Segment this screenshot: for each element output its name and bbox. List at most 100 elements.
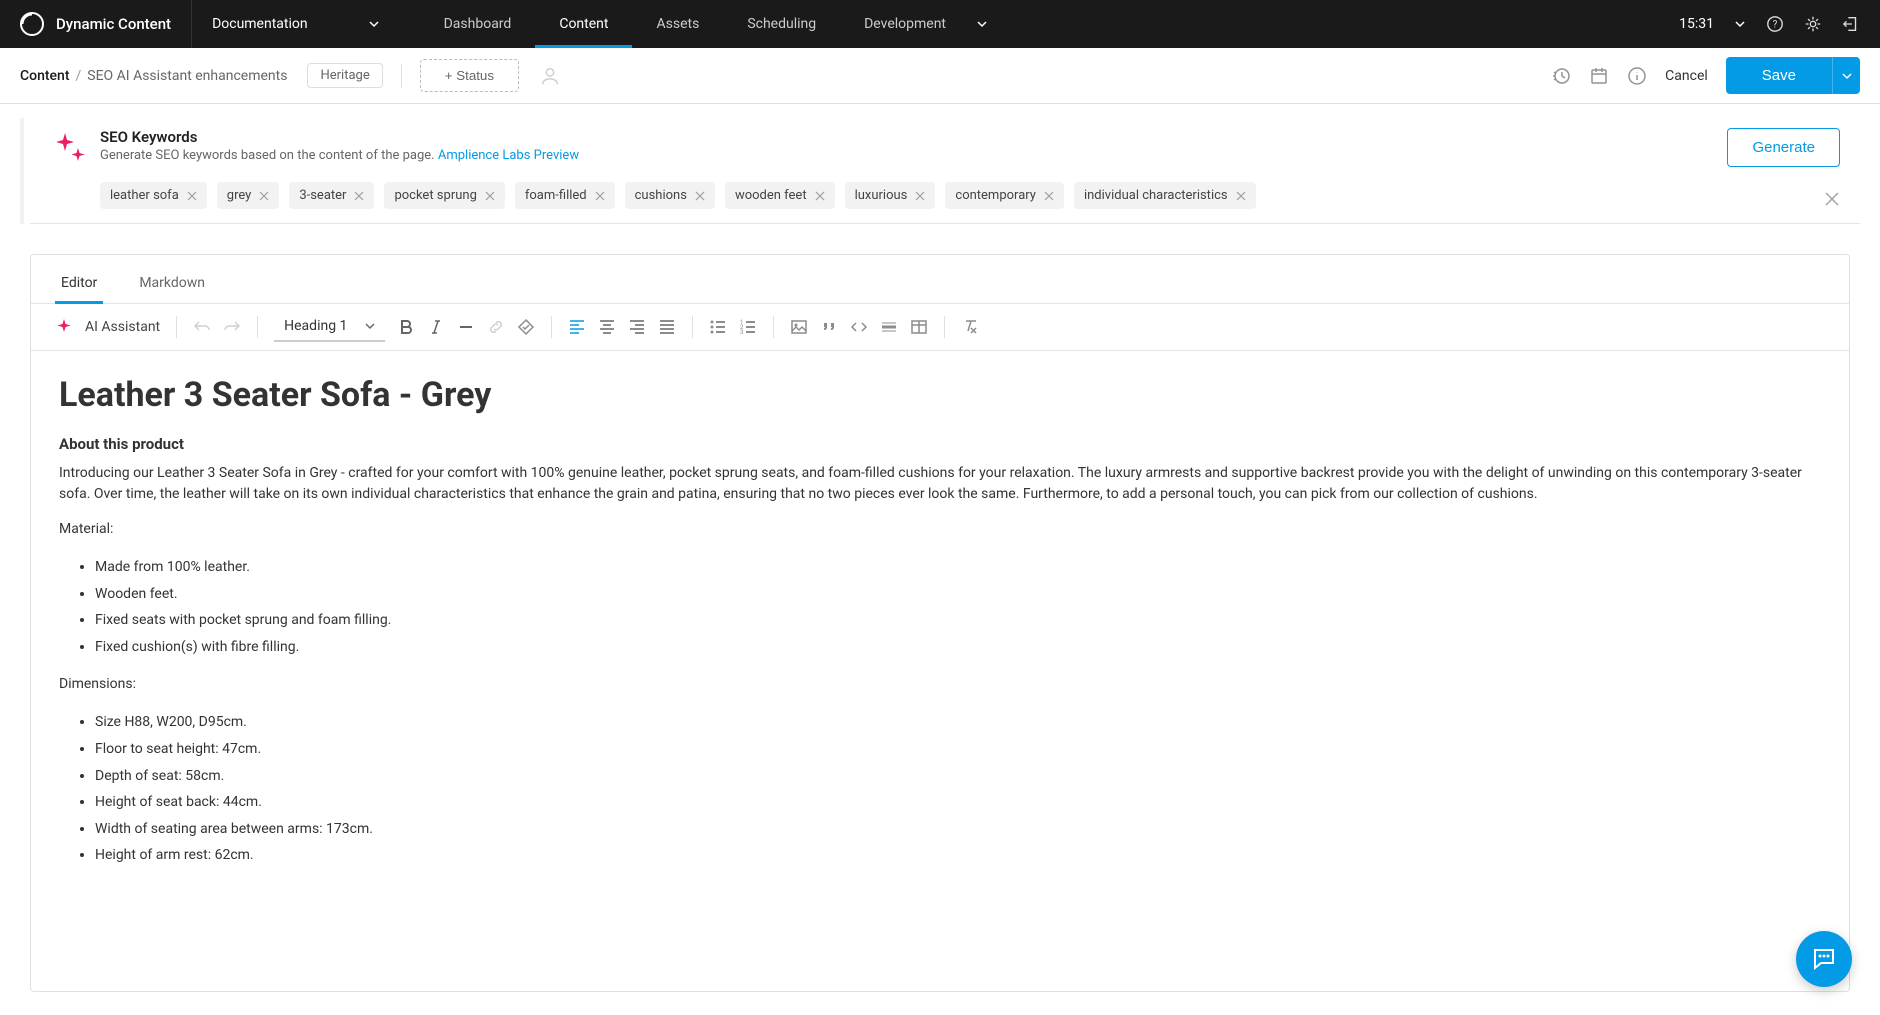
about-heading: About this product xyxy=(59,435,1821,453)
cancel-link[interactable]: Cancel xyxy=(1665,68,1708,84)
toolbar-separator xyxy=(176,316,177,338)
tab-editor[interactable]: Editor xyxy=(55,265,103,304)
align-left-icon[interactable] xyxy=(568,318,586,336)
toolbar-separator xyxy=(944,316,945,338)
keywords-row: leather sofagrey3-seaterpocket sprungfoa… xyxy=(30,174,1860,224)
chevron-down-icon xyxy=(976,18,988,30)
nav-development[interactable]: Development xyxy=(840,0,1012,48)
remove-icon[interactable] xyxy=(695,191,705,201)
bullet-list-icon[interactable] xyxy=(709,318,727,336)
ordered-list-icon[interactable]: 123 xyxy=(739,318,757,336)
list-item: Fixed cushion(s) with fibre filling. xyxy=(95,634,1821,661)
strikethrough-icon[interactable] xyxy=(457,318,475,336)
breadcrumb-page: SEO AI Assistant enhancements xyxy=(87,68,287,84)
top-nav: Dashboard Content Assets Scheduling Deve… xyxy=(420,0,1012,48)
breadcrumb-root[interactable]: Content xyxy=(20,68,70,84)
tab-markdown[interactable]: Markdown xyxy=(133,265,211,303)
dimensions-list: Size H88, W200, D95cm.Floor to seat heig… xyxy=(95,709,1821,869)
nav-assets[interactable]: Assets xyxy=(632,0,723,48)
undo-icon[interactable] xyxy=(193,318,211,336)
generate-button[interactable]: Generate xyxy=(1727,128,1840,167)
help-icon[interactable]: ? xyxy=(1766,15,1784,33)
close-icon[interactable] xyxy=(1824,191,1840,207)
align-right-icon[interactable] xyxy=(628,318,646,336)
ai-assistant-label[interactable]: AI Assistant xyxy=(85,319,160,335)
list-item: Depth of seat: 58cm. xyxy=(95,763,1821,790)
remove-icon[interactable] xyxy=(595,191,605,201)
list-item: Width of seating area between arms: 173c… xyxy=(95,816,1821,843)
remove-icon[interactable] xyxy=(187,191,197,201)
chat-fab[interactable] xyxy=(1796,931,1852,987)
quote-icon[interactable] xyxy=(820,318,838,336)
toolbar-separator xyxy=(257,316,258,338)
add-status-button[interactable]: + Status xyxy=(420,59,519,92)
sparkle-icon xyxy=(50,128,90,168)
svg-text:?: ? xyxy=(1773,20,1778,31)
nav-scheduling[interactable]: Scheduling xyxy=(723,0,840,48)
code-icon[interactable] xyxy=(850,318,868,336)
amplience-preview-link[interactable]: Amplience Labs Preview xyxy=(438,148,579,163)
clock-time: 15:31 xyxy=(1679,16,1714,32)
nav-content[interactable]: Content xyxy=(535,0,632,48)
heading-select[interactable]: Heading 1 xyxy=(274,312,385,342)
remove-icon[interactable] xyxy=(1236,191,1246,201)
editor-card: Editor Markdown AI Assistant Heading 1 1… xyxy=(30,254,1850,992)
chat-icon xyxy=(1811,946,1837,972)
remove-icon[interactable] xyxy=(915,191,925,201)
align-center-icon[interactable] xyxy=(598,318,616,336)
calendar-icon[interactable] xyxy=(1589,66,1609,86)
keyword-label: contemporary xyxy=(955,188,1036,203)
toolbar-separator xyxy=(551,316,552,338)
save-dropdown-button[interactable] xyxy=(1832,57,1860,94)
gear-icon[interactable] xyxy=(1804,15,1822,33)
horizontal-rule-icon[interactable] xyxy=(880,318,898,336)
list-item: Wooden feet. xyxy=(95,581,1821,608)
intro-paragraph: Introducing our Leather 3 Seater Sofa in… xyxy=(59,463,1821,505)
keyword-chip: contemporary xyxy=(945,182,1064,209)
seo-keywords-panel: SEO Keywords Generate SEO keywords based… xyxy=(20,118,1860,224)
remove-icon[interactable] xyxy=(485,191,495,201)
remove-icon[interactable] xyxy=(354,191,364,201)
sparkle-icon xyxy=(55,318,73,336)
remove-icon[interactable] xyxy=(815,191,825,201)
table-icon[interactable] xyxy=(910,318,928,336)
nav-development-label: Development xyxy=(864,16,946,32)
save-button[interactable]: Save xyxy=(1726,57,1832,94)
anchor-icon[interactable] xyxy=(517,318,535,336)
heritage-chip[interactable]: Heritage xyxy=(307,63,382,88)
list-item: Height of seat back: 44cm. xyxy=(95,789,1821,816)
info-icon[interactable] xyxy=(1627,66,1647,86)
history-icon[interactable] xyxy=(1551,66,1571,86)
editor-toolbar: AI Assistant Heading 1 123 xyxy=(31,304,1849,351)
remove-icon[interactable] xyxy=(1044,191,1054,201)
list-item: Made from 100% leather. xyxy=(95,554,1821,581)
material-heading: Material: xyxy=(59,519,1821,540)
documentation-dropdown[interactable]: Documentation xyxy=(192,16,400,32)
bold-icon[interactable] xyxy=(397,318,415,336)
sub-header: Content / SEO AI Assistant enhancements … xyxy=(0,48,1880,104)
align-justify-icon[interactable] xyxy=(658,318,676,336)
keyword-chip: foam-filled xyxy=(515,182,615,209)
link-icon[interactable] xyxy=(487,318,505,336)
seo-header-text: SEO Keywords Generate SEO keywords based… xyxy=(100,128,1727,163)
chevron-down-icon[interactable] xyxy=(1734,18,1746,30)
keyword-chip: pocket sprung xyxy=(384,182,504,209)
keyword-chip: 3-seater xyxy=(289,182,374,209)
keyword-label: pocket sprung xyxy=(394,188,476,203)
keyword-label: 3-seater xyxy=(299,188,346,203)
keyword-label: individual characteristics xyxy=(1084,188,1228,203)
remove-icon[interactable] xyxy=(259,191,269,201)
italic-icon[interactable] xyxy=(427,318,445,336)
clear-format-icon[interactable] xyxy=(961,318,979,336)
seo-panel-header: SEO Keywords Generate SEO keywords based… xyxy=(30,118,1860,174)
vertical-separator xyxy=(401,64,402,88)
keyword-chip: luxurious xyxy=(845,182,936,209)
nav-dashboard[interactable]: Dashboard xyxy=(420,0,536,48)
editor-content[interactable]: Leather 3 Seater Sofa - Grey About this … xyxy=(31,351,1849,991)
image-icon[interactable] xyxy=(790,318,808,336)
toolbar-separator xyxy=(773,316,774,338)
keyword-label: leather sofa xyxy=(110,188,179,203)
exit-icon[interactable] xyxy=(1842,15,1860,33)
user-icon[interactable] xyxy=(539,65,561,87)
redo-icon[interactable] xyxy=(223,318,241,336)
